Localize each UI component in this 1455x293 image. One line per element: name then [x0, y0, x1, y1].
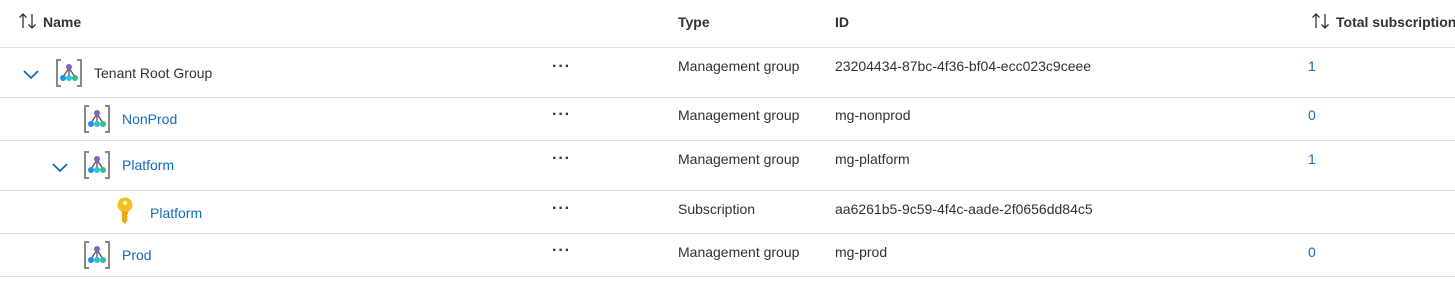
key-icon [113, 196, 137, 226]
row-id: mg-prod [835, 244, 888, 260]
management-group-icon [54, 58, 84, 88]
column-header-id: ID [835, 14, 849, 30]
more-actions-button[interactable]: ··· [552, 150, 571, 168]
row-type: Management group [678, 244, 800, 260]
table-row: Prod ··· Management group mg-prod 0 [0, 234, 1455, 277]
row-type: Management group [678, 58, 800, 74]
row-id: mg-nonprod [835, 107, 911, 123]
table-row: NonProd ··· Management group mg-nonprod … [0, 98, 1455, 141]
row-id: mg-platform [835, 151, 910, 167]
row-total-subscriptions[interactable]: 1 [1308, 151, 1316, 167]
table-header: Name Type ID Total subscriptions [0, 0, 1455, 48]
sort-arrows-icon[interactable] [1311, 12, 1331, 30]
row-total-subscriptions[interactable]: 0 [1308, 244, 1316, 260]
management-group-icon [82, 104, 112, 134]
table-row: Platform ··· Management group mg-platfor… [0, 141, 1455, 191]
more-actions-button[interactable]: ··· [552, 242, 571, 260]
more-actions-button[interactable]: ··· [552, 106, 571, 124]
row-type: Management group [678, 151, 800, 167]
row-type: Subscription [678, 201, 756, 217]
chevron-down-icon[interactable] [51, 158, 69, 176]
management-group-icon [82, 240, 112, 270]
more-actions-button[interactable]: ··· [552, 200, 571, 218]
column-header-type: Type [678, 14, 710, 30]
row-name: Tenant Root Group [94, 65, 213, 81]
column-header-total-subscriptions[interactable]: Total subscriptions [1336, 14, 1455, 30]
management-group-icon [82, 150, 112, 180]
row-type: Management group [678, 107, 800, 123]
row-name-link[interactable]: Prod [122, 247, 152, 263]
row-id: aa6261b5-9c59-4f4c-aade-2f0656dd84c5 [835, 201, 1093, 217]
column-header-name[interactable]: Name [43, 14, 81, 30]
row-id: 23204434-87bc-4f36-bf04-ecc023c9ceee [835, 58, 1092, 74]
table-row: Platform ··· Subscription aa6261b5-9c59-… [0, 191, 1455, 234]
row-name-link[interactable]: Platform [122, 157, 174, 173]
row-name-link[interactable]: NonProd [122, 111, 177, 127]
sort-arrows-icon[interactable] [18, 12, 38, 30]
row-total-subscriptions[interactable]: 1 [1308, 58, 1316, 74]
chevron-down-icon[interactable] [22, 65, 40, 83]
row-total-subscriptions[interactable]: 0 [1308, 107, 1316, 123]
table-row: Tenant Root Group ··· Management group 2… [0, 48, 1455, 98]
row-name-link[interactable]: Platform [150, 205, 202, 221]
more-actions-button[interactable]: ··· [552, 58, 571, 76]
